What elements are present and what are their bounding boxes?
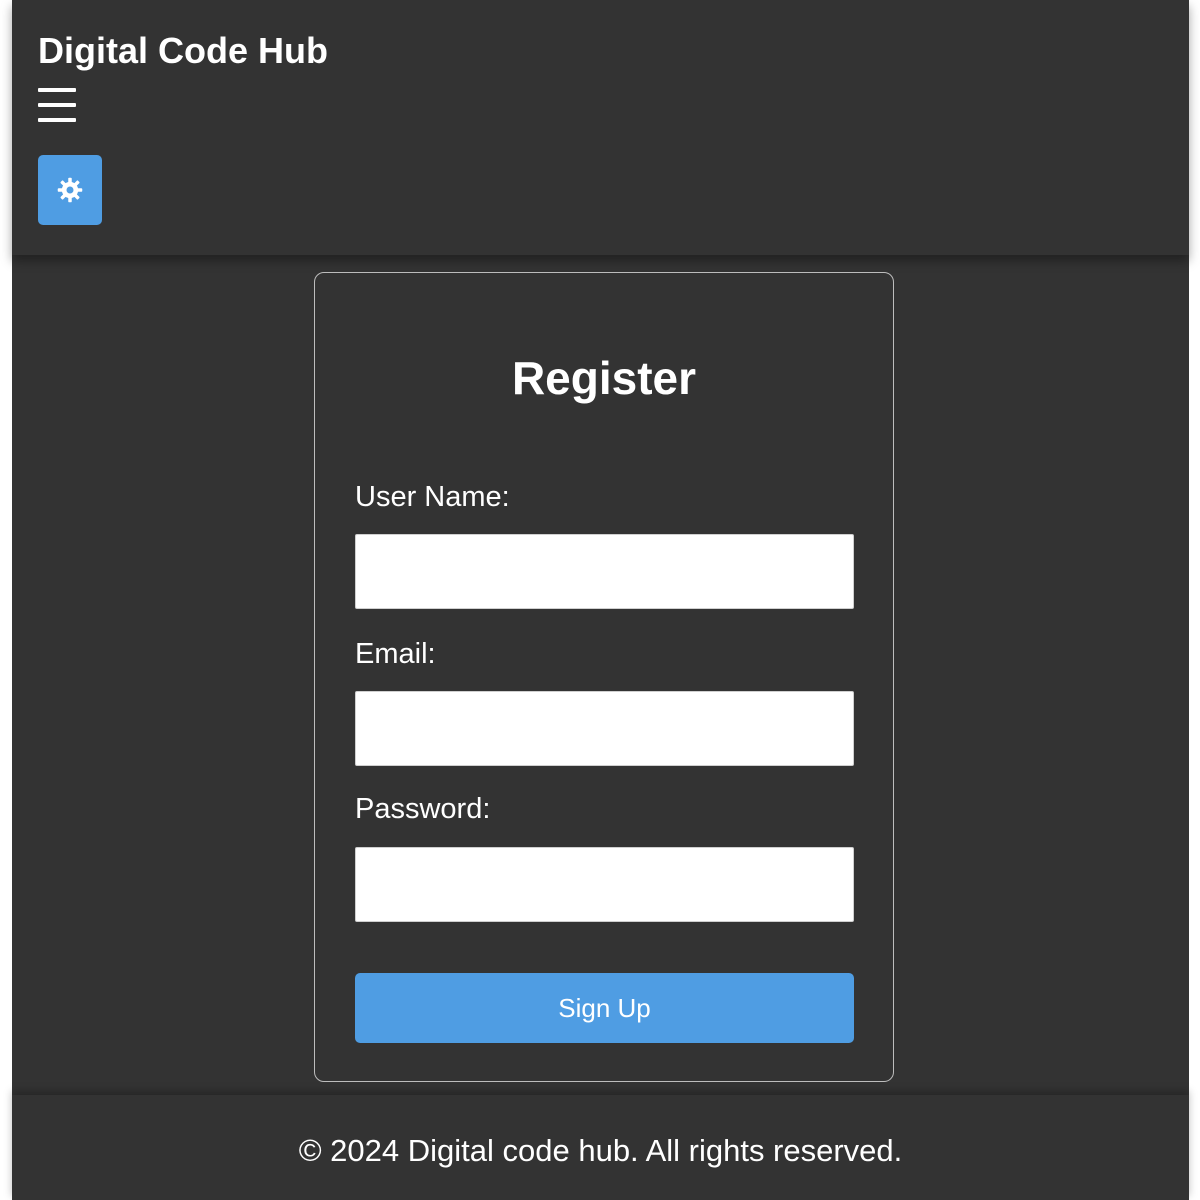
site-footer: © 2024 Digital code hub. All rights rese… [12, 1095, 1189, 1200]
site-title[interactable]: Digital Code Hub [38, 30, 328, 72]
username-input[interactable] [355, 534, 854, 609]
password-input[interactable] [355, 847, 854, 922]
register-form: Register User Name: Email: Password: Sig… [314, 272, 894, 1082]
email-input[interactable] [355, 691, 854, 766]
page: Digital Code Hub Register User Name: Ema… [12, 0, 1189, 1200]
sign-up-button[interactable]: Sign Up [355, 973, 854, 1043]
gear-icon [57, 177, 83, 203]
copyright-text: © 2024 Digital code hub. All rights rese… [298, 1133, 903, 1168]
form-heading: Register [511, 352, 697, 404]
hamburger-menu-icon[interactable] [38, 88, 78, 126]
username-label: User Name: [355, 481, 510, 513]
main-content: Register User Name: Email: Password: Sig… [12, 255, 1189, 1095]
email-label: Email: [355, 638, 436, 670]
site-header: Digital Code Hub [12, 0, 1189, 255]
password-label: Password: [355, 793, 491, 825]
theme-toggle-button[interactable] [38, 155, 102, 225]
